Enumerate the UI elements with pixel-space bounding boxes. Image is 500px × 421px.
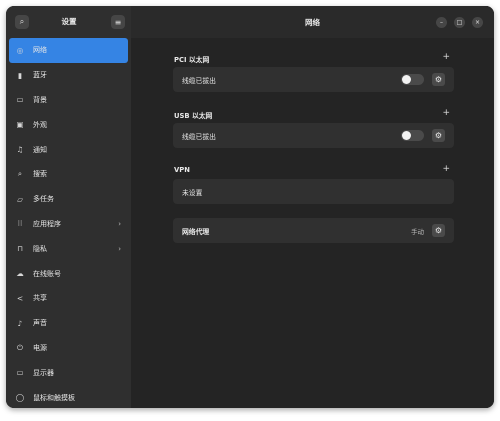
- sidebar-item[interactable]: < 共享: [6, 286, 131, 311]
- gear-icon: ⚙: [434, 131, 443, 140]
- sidebar-item-label: 显示器: [33, 368, 54, 377]
- network-proxy-row[interactable]: 网络代理 手动 ⚙: [173, 218, 454, 243]
- network-proxy-label: 网络代理: [182, 228, 210, 236]
- sidebar-item-label: 在线账号: [33, 269, 61, 278]
- share-icon: <: [16, 293, 24, 303]
- main-panel: 网络 – □ × PCI 以太网 + 线缆已拔出 ⚙ USB 以太网 + 线缆已…: [131, 6, 494, 408]
- multitasking-icon: ▱: [17, 194, 23, 204]
- usb-ethernet-row: 线缆已拔出 ⚙: [173, 123, 454, 148]
- header-bar: 网络 – □ ×: [131, 6, 494, 38]
- pci-ethernet-row: 线缆已拔出 ⚙: [173, 67, 454, 92]
- network-proxy-status: 手动: [411, 228, 424, 236]
- sidebar-item-label: 应用程序: [33, 219, 61, 228]
- sidebar-item[interactable]: ▭ 显示器: [6, 360, 131, 385]
- sidebar-item[interactable]: ♫ 通知: [6, 137, 131, 162]
- search-icon: ⌕: [19, 17, 25, 26]
- sidebar-item[interactable]: ▭ 背景: [6, 88, 131, 113]
- vpn-status: 未设置: [182, 189, 203, 197]
- hamburger-menu-icon: ≡: [114, 17, 122, 27]
- add-usb-connection-button[interactable]: +: [442, 108, 450, 118]
- usb-ethernet-header: USB 以太网 +: [173, 106, 454, 123]
- search-button[interactable]: ⌕: [15, 15, 29, 29]
- usb-ethernet-settings-button[interactable]: ⚙: [432, 129, 445, 142]
- sidebar-item-label: 通知: [33, 145, 47, 154]
- usb-ethernet-toggle[interactable]: [401, 130, 424, 141]
- sidebar-header: ⌕ 设置 ≡: [6, 6, 131, 38]
- add-pci-connection-button[interactable]: +: [442, 52, 450, 62]
- maximize-icon: □: [456, 18, 463, 26]
- pci-ethernet-header: PCI 以太网 +: [173, 50, 454, 67]
- sidebar-item-label: 外观: [33, 120, 47, 129]
- sidebar-item-label: 电源: [33, 343, 47, 352]
- pci-ethernet-toggle[interactable]: [401, 74, 424, 85]
- sidebar-item[interactable]: ⏻ 电源: [6, 336, 131, 361]
- background-icon: ▭: [16, 95, 24, 105]
- sidebar-list: ◎ 网络 ▮ 蓝牙 ▭ 背景 ▣ 外观 ♫ 通知 ⌕ 搜索 ▱ 多任务 ⁝⁝ 应用程序 › ⊓ 隐私 › ☁ 在线账号 < 共…: [6, 38, 131, 408]
- pci-ethernet-title: PCI 以太网: [174, 56, 210, 64]
- power-icon: ⏻: [17, 342, 23, 352]
- chevron-right-icon: ›: [118, 244, 121, 253]
- bell-icon: ♫: [16, 145, 24, 155]
- maximize-button[interactable]: □: [454, 17, 465, 28]
- sidebar-item-label: 声音: [33, 319, 47, 328]
- sidebar-item[interactable]: ⁝⁝ 应用程序 ›: [6, 212, 131, 237]
- sidebar-item-label: 共享: [33, 294, 47, 303]
- sidebar-item-label: 背景: [33, 95, 47, 104]
- close-button[interactable]: ×: [472, 17, 483, 28]
- sidebar-item[interactable]: ▮ 蓝牙: [6, 63, 131, 88]
- network-content: PCI 以太网 + 线缆已拔出 ⚙ USB 以太网 + 线缆已拔出 ⚙ VPN …: [173, 50, 454, 257]
- vpn-row: 未设置: [173, 179, 454, 204]
- minimize-icon: –: [440, 18, 443, 26]
- add-vpn-button[interactable]: +: [442, 164, 450, 174]
- sidebar-item[interactable]: ♪ 声音: [6, 311, 131, 336]
- sidebar-item[interactable]: ☁ 在线账号: [6, 261, 131, 286]
- sidebar-item-label: 蓝牙: [33, 71, 47, 80]
- cloud-icon: ☁: [16, 269, 24, 279]
- sidebar: ⌕ 设置 ≡ ◎ 网络 ▮ 蓝牙 ▭ 背景 ▣ 外观 ♫ 通知 ⌕ 搜索 ▱ 多任务 ⁝⁝ 应用程序 › ⊓ 隐私 ›…: [6, 6, 131, 408]
- pci-ethernet-status: 线缆已拔出: [182, 77, 216, 85]
- sidebar-item[interactable]: ⊓ 隐私 ›: [6, 236, 131, 261]
- search-icon: ⌕: [17, 169, 23, 179]
- sidebar-item[interactable]: ◯ 鼠标和触摸板: [6, 385, 131, 408]
- gear-icon: ⚙: [434, 226, 443, 235]
- sidebar-item-label: 多任务: [33, 195, 54, 204]
- sidebar-item-label: 隐私: [33, 244, 47, 253]
- minimize-button[interactable]: –: [436, 17, 447, 28]
- music-note-icon: ♪: [17, 318, 23, 328]
- sidebar-item[interactable]: ▣ 外观: [6, 112, 131, 137]
- vpn-title: VPN: [174, 166, 190, 174]
- network-proxy-settings-button[interactable]: ⚙: [432, 224, 445, 237]
- lock-icon: ⊓: [17, 244, 23, 254]
- sidebar-item-label: 鼠标和触摸板: [33, 393, 75, 402]
- usb-ethernet-status: 线缆已拔出: [182, 133, 216, 141]
- chevron-right-icon: ›: [118, 219, 121, 228]
- gear-icon: ⚙: [434, 75, 443, 84]
- appearance-icon: ▣: [16, 120, 24, 130]
- pci-ethernet-settings-button[interactable]: ⚙: [432, 73, 445, 86]
- vpn-header: VPN +: [173, 162, 454, 179]
- apps-grid-icon: ⁝⁝: [17, 219, 23, 229]
- close-icon: ×: [474, 18, 481, 26]
- sidebar-item-label: 网络: [33, 46, 47, 55]
- bluetooth-icon: ▮: [17, 70, 23, 80]
- settings-window: ⌕ 设置 ≡ ◎ 网络 ▮ 蓝牙 ▭ 背景 ▣ 外观 ♫ 通知 ⌕ 搜索 ▱ 多任务 ⁝⁝ 应用程序 › ⊓ 隐私 ›…: [6, 6, 494, 408]
- sidebar-item-label: 搜索: [33, 170, 47, 179]
- display-icon: ▭: [16, 368, 24, 378]
- sidebar-item[interactable]: ◎ 网络: [9, 38, 128, 63]
- toggle-knob: [402, 131, 411, 140]
- sidebar-item[interactable]: ▱ 多任务: [6, 187, 131, 212]
- usb-ethernet-title: USB 以太网: [174, 112, 213, 120]
- sidebar-title: 设置: [61, 17, 77, 26]
- mouse-icon: ◯: [15, 393, 25, 403]
- toggle-knob: [402, 75, 411, 84]
- menu-button[interactable]: ≡: [111, 15, 125, 29]
- sidebar-item[interactable]: ⌕ 搜索: [6, 162, 131, 187]
- network-icon: ◎: [16, 45, 24, 55]
